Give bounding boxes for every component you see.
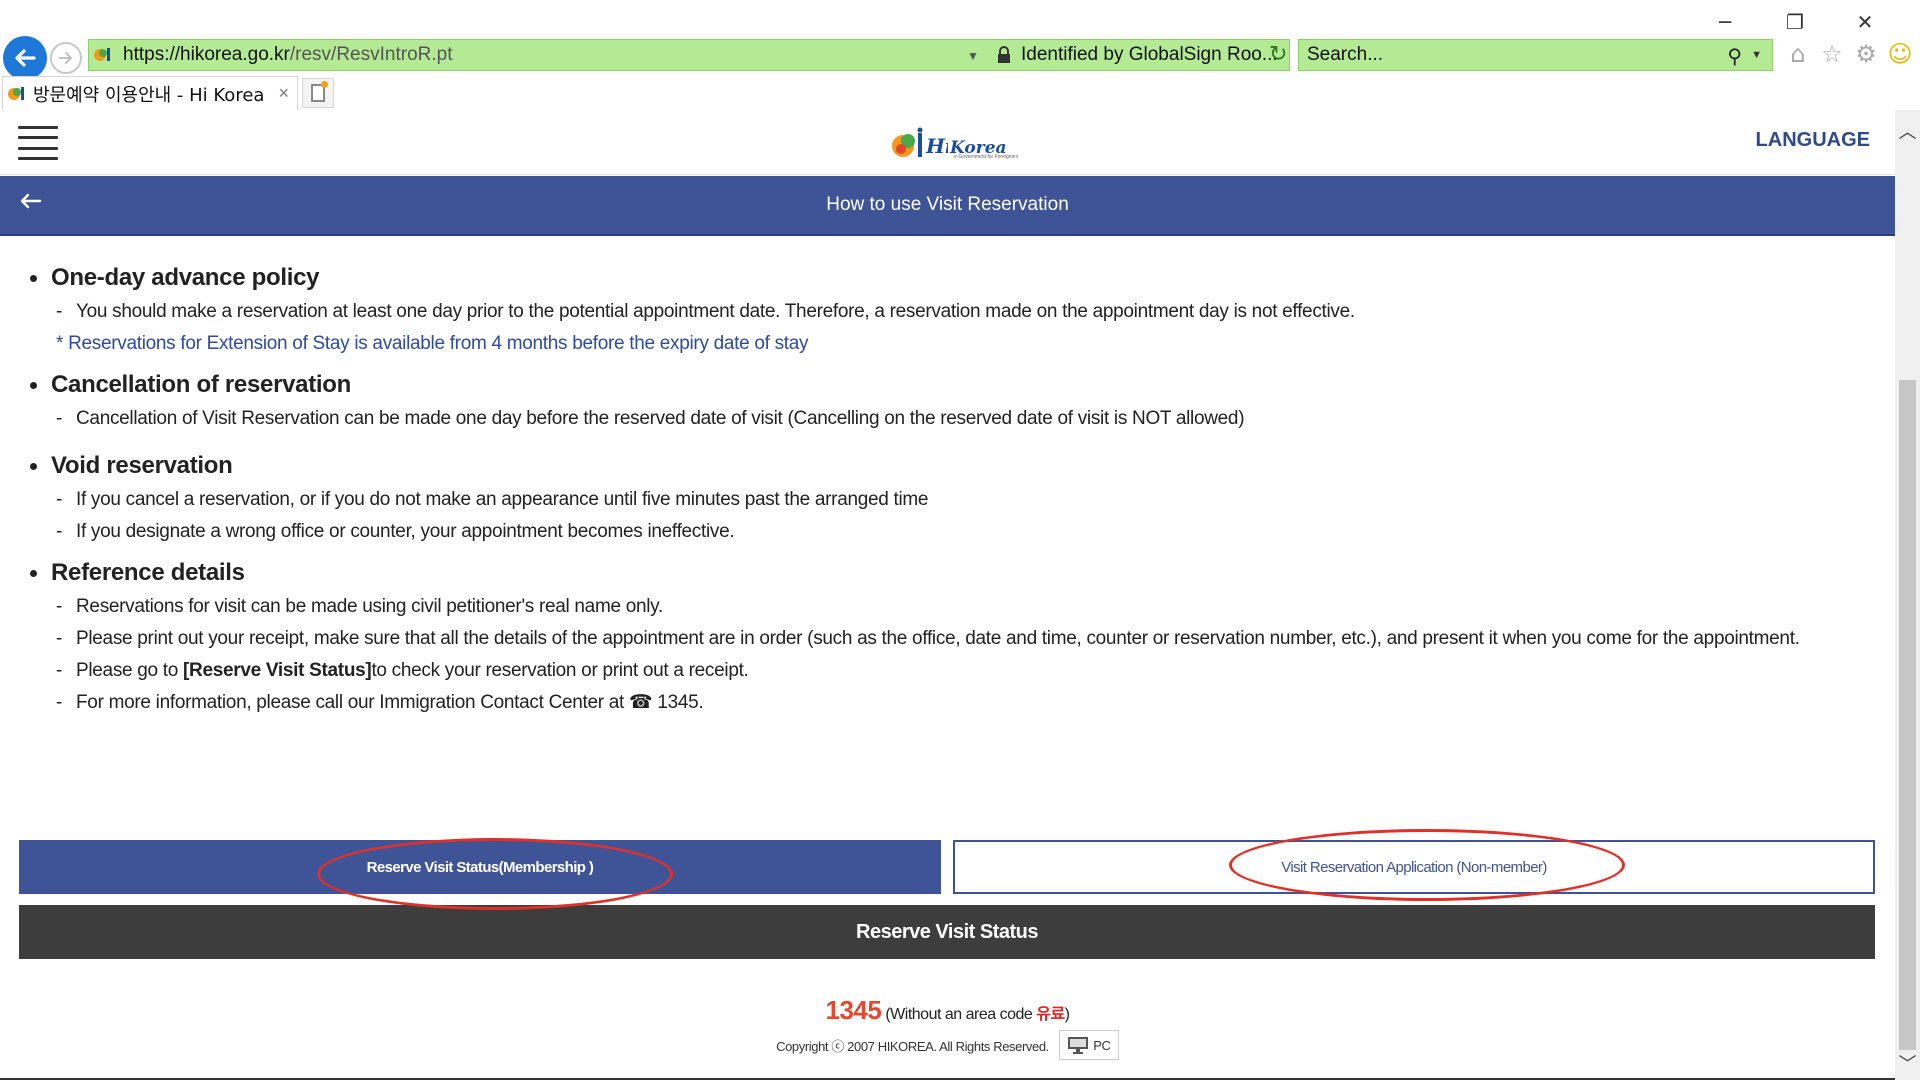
- copyright-text: Copyright ⓒ 2007 HIKOREA. All Rights Res…: [776, 1038, 1049, 1054]
- section-reference: Reference details Reservations for visit…: [28, 555, 1800, 719]
- smiley-icon[interactable]: ☺: [1887, 40, 1913, 68]
- arrow-right-icon: [59, 52, 72, 64]
- reservation-buttons: Reserve Visit Status(Membership ) Visit …: [19, 840, 1875, 896]
- copyright: Copyright ⓒ 2007 HIKOREA. All Rights Res…: [776, 1030, 1119, 1060]
- refresh-icon[interactable]: ↻: [1269, 42, 1287, 67]
- section-heading: Reference details: [28, 555, 1800, 591]
- restore-button[interactable]: ❐: [1760, 8, 1830, 36]
- search-icon[interactable]: ⚲: [1727, 44, 1742, 68]
- visit-reservation-nonmember-button[interactable]: Visit Reservation Application (Non-membe…: [953, 840, 1875, 894]
- home-icon[interactable]: ⌂: [1785, 40, 1811, 68]
- list-item: For more information, please call our Im…: [28, 687, 1800, 719]
- browser-chrome: ─ ❐ ✕ https://hikorea.go.kr/resv/ResvInt…: [0, 0, 1920, 110]
- search-dropdown-icon[interactable]: ▼: [1751, 49, 1762, 61]
- hamburger-icon[interactable]: [18, 126, 58, 160]
- language-button[interactable]: LANGUAGE: [1756, 129, 1870, 152]
- list-item: Reservations for visit can be made using…: [28, 591, 1800, 623]
- logo-subtitle: e-Government for Foreigners: [954, 154, 1019, 160]
- url-text[interactable]: https://hikorea.go.kr/resv/ResvIntroR.pt: [123, 44, 452, 66]
- scroll-down-icon[interactable]: ﹀: [1895, 1050, 1920, 1075]
- forward-button[interactable]: [50, 42, 82, 74]
- site-header: Hi Korea e-Government for Foreigners LAN…: [0, 110, 1895, 175]
- svg-text:Hi: Hi: [925, 134, 948, 158]
- footer: 1345 (Without an area code 유료) Copyright…: [0, 995, 1895, 1060]
- reserve-visit-status-button[interactable]: Reserve Visit Status: [19, 905, 1875, 959]
- list-item: If you cancel a reservation, or if you d…: [28, 484, 928, 516]
- pc-version-button[interactable]: PC: [1058, 1030, 1119, 1060]
- section-cancellation: Cancellation of reservation Cancellation…: [28, 367, 1245, 435]
- page-title: How to use Visit Reservation: [826, 194, 1069, 215]
- browser-tab[interactable]: 방문예약 이용안내 - Hi Korea ×: [2, 76, 298, 110]
- list-item: Please go to [Reserve Visit Status]to ch…: [28, 655, 1800, 687]
- window-controls: ─ ❐ ✕: [1690, 8, 1900, 36]
- logo-mark: Hi: [892, 127, 948, 158]
- vertical-scrollbar[interactable]: ︿ ﹀: [1895, 110, 1920, 1080]
- reserve-visit-status-link: [Reserve Visit Status]: [183, 660, 372, 681]
- close-tab-icon[interactable]: ×: [278, 83, 289, 104]
- hikorea-logo[interactable]: Hi Korea e-Government for Foreigners: [890, 126, 1018, 164]
- section-heading: Cancellation of reservation: [28, 367, 1244, 403]
- address-bar[interactable]: https://hikorea.go.kr/resv/ResvIntroR.pt…: [88, 39, 1290, 71]
- web-page: Hi Korea e-Government for Foreigners LAN…: [0, 110, 1895, 1080]
- phone-number: 1345: [825, 995, 882, 1025]
- certificate-identity[interactable]: Identified by GlobalSign Roo...: [1021, 44, 1278, 66]
- monitor-icon: [1068, 1037, 1089, 1054]
- phone-note: (Without an area code 유료): [885, 1004, 1070, 1023]
- title-bar: How to use Visit Reservation: [0, 176, 1895, 236]
- gear-icon[interactable]: ⚙: [1853, 40, 1879, 68]
- back-button[interactable]: [3, 36, 47, 80]
- section-heading: Void reservation: [28, 448, 928, 484]
- star-icon[interactable]: ☆: [1819, 40, 1845, 68]
- extension-note: * Reservations for Extension of Stay is …: [56, 333, 809, 354]
- tab-title: 방문예약 이용안내 - Hi Korea: [33, 84, 265, 106]
- search-bar[interactable]: Search... ⚲ ▼: [1298, 39, 1773, 71]
- arrow-left-icon: [15, 49, 36, 67]
- scroll-up-icon[interactable]: ︿: [1895, 118, 1920, 143]
- list-item: Cancellation of Visit Reservation can be…: [28, 403, 1245, 435]
- site-favicon: [8, 86, 24, 100]
- lock-icon[interactable]: [997, 46, 1011, 64]
- close-window-button[interactable]: ✕: [1830, 8, 1900, 36]
- section-advance-policy: One-day advance policy You should make a…: [28, 260, 1355, 360]
- toolbar-icons: ⌂ ☆ ⚙ ☺: [1785, 40, 1913, 68]
- reserve-visit-status-member-button[interactable]: Reserve Visit Status(Membership ): [19, 840, 941, 894]
- list-item: Please print out your receipt, make sure…: [28, 623, 1800, 655]
- list-item: If you designate a wrong office or count…: [28, 516, 928, 548]
- section-void: Void reservation If you cancel a reserva…: [28, 448, 929, 548]
- address-dropdown-icon[interactable]: ▼: [967, 49, 979, 63]
- minimize-button[interactable]: ─: [1690, 8, 1760, 36]
- search-input[interactable]: Search...: [1307, 44, 1383, 66]
- scroll-thumb[interactable]: [1899, 380, 1916, 1050]
- site-favicon: [94, 48, 110, 61]
- new-tab-button[interactable]: [302, 78, 334, 108]
- contact-phone: 1345 (Without an area code 유료): [826, 995, 1070, 1026]
- new-tab-icon: [311, 81, 328, 102]
- section-heading: One-day advance policy: [28, 260, 1355, 296]
- list-item: You should make a reservation at least o…: [28, 296, 1355, 328]
